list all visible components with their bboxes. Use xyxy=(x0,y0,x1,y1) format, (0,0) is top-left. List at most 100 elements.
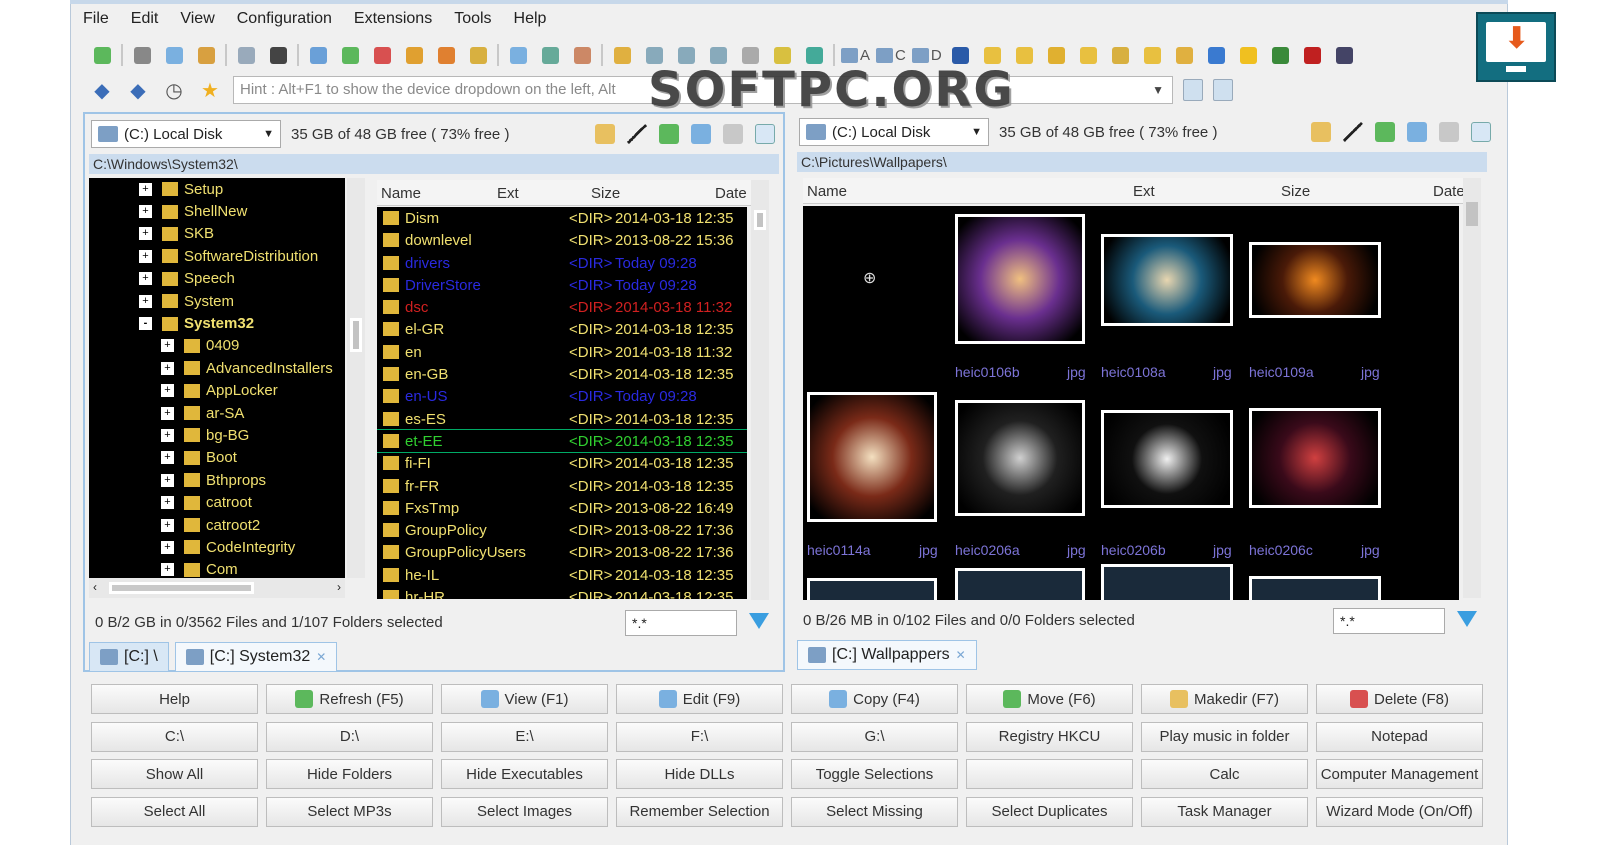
move-f6-button[interactable]: Move (F6) xyxy=(966,684,1133,714)
copy-f4-button[interactable]: Copy (F4) xyxy=(791,684,958,714)
expand-icon[interactable]: + xyxy=(139,249,152,263)
image-thumbnail[interactable] xyxy=(807,392,937,522)
tab[interactable]: [C:] Wallpappers ✕ xyxy=(797,640,977,670)
wizard-mode-on-off-button[interactable]: Wizard Mode (On/Off) xyxy=(1316,796,1483,827)
edit-icon[interactable] xyxy=(537,43,563,67)
tree-item[interactable]: + catroot2 xyxy=(89,514,345,536)
expand-icon[interactable]: + xyxy=(161,384,174,398)
notepad-button[interactable]: Notepad xyxy=(1316,721,1483,752)
column-size[interactable]: Size xyxy=(591,185,620,202)
toolbar-tool-icon[interactable] xyxy=(1172,43,1198,67)
makedir-f7-button[interactable]: Makedir (F7) xyxy=(1141,684,1308,714)
path-bar[interactable]: C:\Windows\System32\ xyxy=(89,154,779,174)
expand-icon[interactable]: + xyxy=(139,182,152,196)
collapse-icon[interactable]: - xyxy=(139,317,152,331)
blank-button[interactable] xyxy=(966,759,1133,789)
file-row[interactable]: Dism <DIR> 2014-03-18 12:35 xyxy=(377,207,747,229)
menu-edit[interactable]: Edit xyxy=(131,10,159,34)
tree-item[interactable]: + ShellNew xyxy=(89,200,345,222)
tree-item[interactable]: + Bthprops xyxy=(89,469,345,491)
paste-icon[interactable] xyxy=(193,43,219,67)
image-thumbnail[interactable] xyxy=(1101,564,1233,600)
filter-funnel-icon[interactable] xyxy=(1457,611,1477,627)
copy-icon[interactable] xyxy=(161,43,187,67)
expand-icon[interactable]: + xyxy=(161,518,174,532)
filter-input[interactable]: *.* xyxy=(625,610,737,636)
expand-icon[interactable]: + xyxy=(161,451,174,465)
help-button[interactable]: Help xyxy=(91,684,258,714)
toolbar-tool-icon[interactable] xyxy=(1012,43,1038,67)
expand-icon[interactable]: + xyxy=(139,294,152,308)
view-mode-icon[interactable] xyxy=(1471,122,1491,142)
image-thumbnail[interactable] xyxy=(955,400,1085,516)
column-ext[interactable]: Ext xyxy=(1133,183,1155,200)
tree-item[interactable]: + Boot xyxy=(89,447,345,469)
remember-selection-button[interactable]: Remember Selection xyxy=(616,796,783,827)
chevron-left-icon[interactable]: ‹ xyxy=(93,580,97,594)
forward-arrow-icon[interactable]: ◆ xyxy=(125,78,151,102)
file-row[interactable]: et-EE <DIR> 2014-03-18 12:35 xyxy=(377,428,747,454)
toolbar-tool-icon[interactable] xyxy=(1300,43,1326,67)
toolbar-tool-icon[interactable] xyxy=(1076,43,1102,67)
tree-item[interactable]: + SoftwareDistribution xyxy=(89,245,345,267)
toolbar-tool-icon[interactable] xyxy=(1332,43,1358,67)
expand-icon[interactable]: + xyxy=(161,428,174,442)
f-button[interactable]: F:\ xyxy=(616,721,783,752)
drive-button-c[interactable]: C xyxy=(876,47,906,64)
image-thumbnail[interactable] xyxy=(1249,242,1381,318)
chevron-down-icon[interactable]: ▼ xyxy=(1152,77,1164,103)
refresh-icon[interactable] xyxy=(89,43,115,67)
view-mode-icon[interactable] xyxy=(755,124,775,144)
file-row[interactable]: fi-FI <DIR> 2014-03-18 12:35 xyxy=(377,452,747,474)
file-row[interactable]: el-GR <DIR> 2014-03-18 12:35 xyxy=(377,318,747,340)
expand-icon[interactable]: + xyxy=(161,563,174,577)
tab[interactable]: [C:] \ xyxy=(89,642,169,672)
view-f1-button[interactable]: View (F1) xyxy=(441,684,608,714)
select-mp3s-button[interactable]: Select MP3s xyxy=(266,796,433,827)
root-icon[interactable] xyxy=(627,124,647,144)
column-name[interactable]: Name xyxy=(807,183,847,200)
up-icon[interactable] xyxy=(659,124,679,144)
image-thumbnail[interactable] xyxy=(1249,576,1381,600)
file-list-scrollbar[interactable] xyxy=(751,180,769,600)
up-icon[interactable] xyxy=(1375,122,1395,142)
registry-hkcu-button[interactable]: Registry HKCU xyxy=(966,721,1133,752)
image-thumbnail[interactable] xyxy=(1101,234,1233,326)
column-name[interactable]: Name xyxy=(381,185,421,202)
drive-button-d[interactable]: D xyxy=(911,47,942,64)
file-row[interactable]: downlevel <DIR> 2013-08-22 15:36 xyxy=(377,229,747,251)
image-thumbnail[interactable] xyxy=(955,568,1085,600)
file-row[interactable]: GroupPolicy <DIR> 2013-08-22 17:36 xyxy=(377,519,747,541)
file-row[interactable]: DriverStore <DIR> Today 09:28 xyxy=(377,274,747,296)
toggle-selections-button[interactable]: Toggle Selections xyxy=(791,759,958,789)
swap-icon[interactable] xyxy=(1407,122,1427,142)
select-images-button[interactable]: Select Images xyxy=(441,796,608,827)
panel-icon-2[interactable] xyxy=(1213,79,1233,101)
file-row[interactable]: hr-HR <DIR> 2014-03-18 12:35 xyxy=(377,586,747,599)
filter-funnel-icon[interactable] xyxy=(749,613,769,629)
cut-icon[interactable] xyxy=(129,43,155,67)
calc-button[interactable]: Calc xyxy=(1141,759,1308,789)
refresh-f5-button[interactable]: Refresh (F5) xyxy=(266,684,433,714)
expand-icon[interactable]: + xyxy=(161,496,174,510)
task-manager-button[interactable]: Task Manager xyxy=(1141,796,1308,827)
edit-f9-button[interactable]: Edit (F9) xyxy=(616,684,783,714)
tree-item[interactable]: + CodeIntegrity xyxy=(89,536,345,558)
file-list[interactable]: Dism <DIR> 2014-03-18 12:35 downlevel <DIR> 2… xyxy=(377,207,747,599)
close-icon[interactable]: ✕ xyxy=(956,648,966,662)
menu-tools[interactable]: Tools xyxy=(454,10,491,34)
image-thumbnail[interactable] xyxy=(955,214,1085,344)
archive-icon[interactable] xyxy=(401,43,427,67)
g-button[interactable]: G:\ xyxy=(791,721,958,752)
delete-f8-button[interactable]: Delete (F8) xyxy=(1316,684,1483,714)
favorites-star-icon[interactable]: ★ xyxy=(197,78,223,102)
toolbar-tool-icon[interactable] xyxy=(1044,43,1070,67)
tree-item[interactable]: + Speech xyxy=(89,268,345,290)
folder-tree[interactable]: + Setup + ShellNew + SKB + SoftwareDistribution… xyxy=(89,178,345,578)
expand-icon[interactable]: + xyxy=(139,205,152,219)
root-icon[interactable] xyxy=(1343,122,1363,142)
package-icon[interactable] xyxy=(433,43,459,67)
drive-select[interactable]: (C:) Local Disk ▼ xyxy=(799,118,989,146)
tree-item[interactable]: + catroot xyxy=(89,491,345,513)
file-row[interactable]: dsc <DIR> 2014-03-18 11:32 xyxy=(377,296,747,318)
